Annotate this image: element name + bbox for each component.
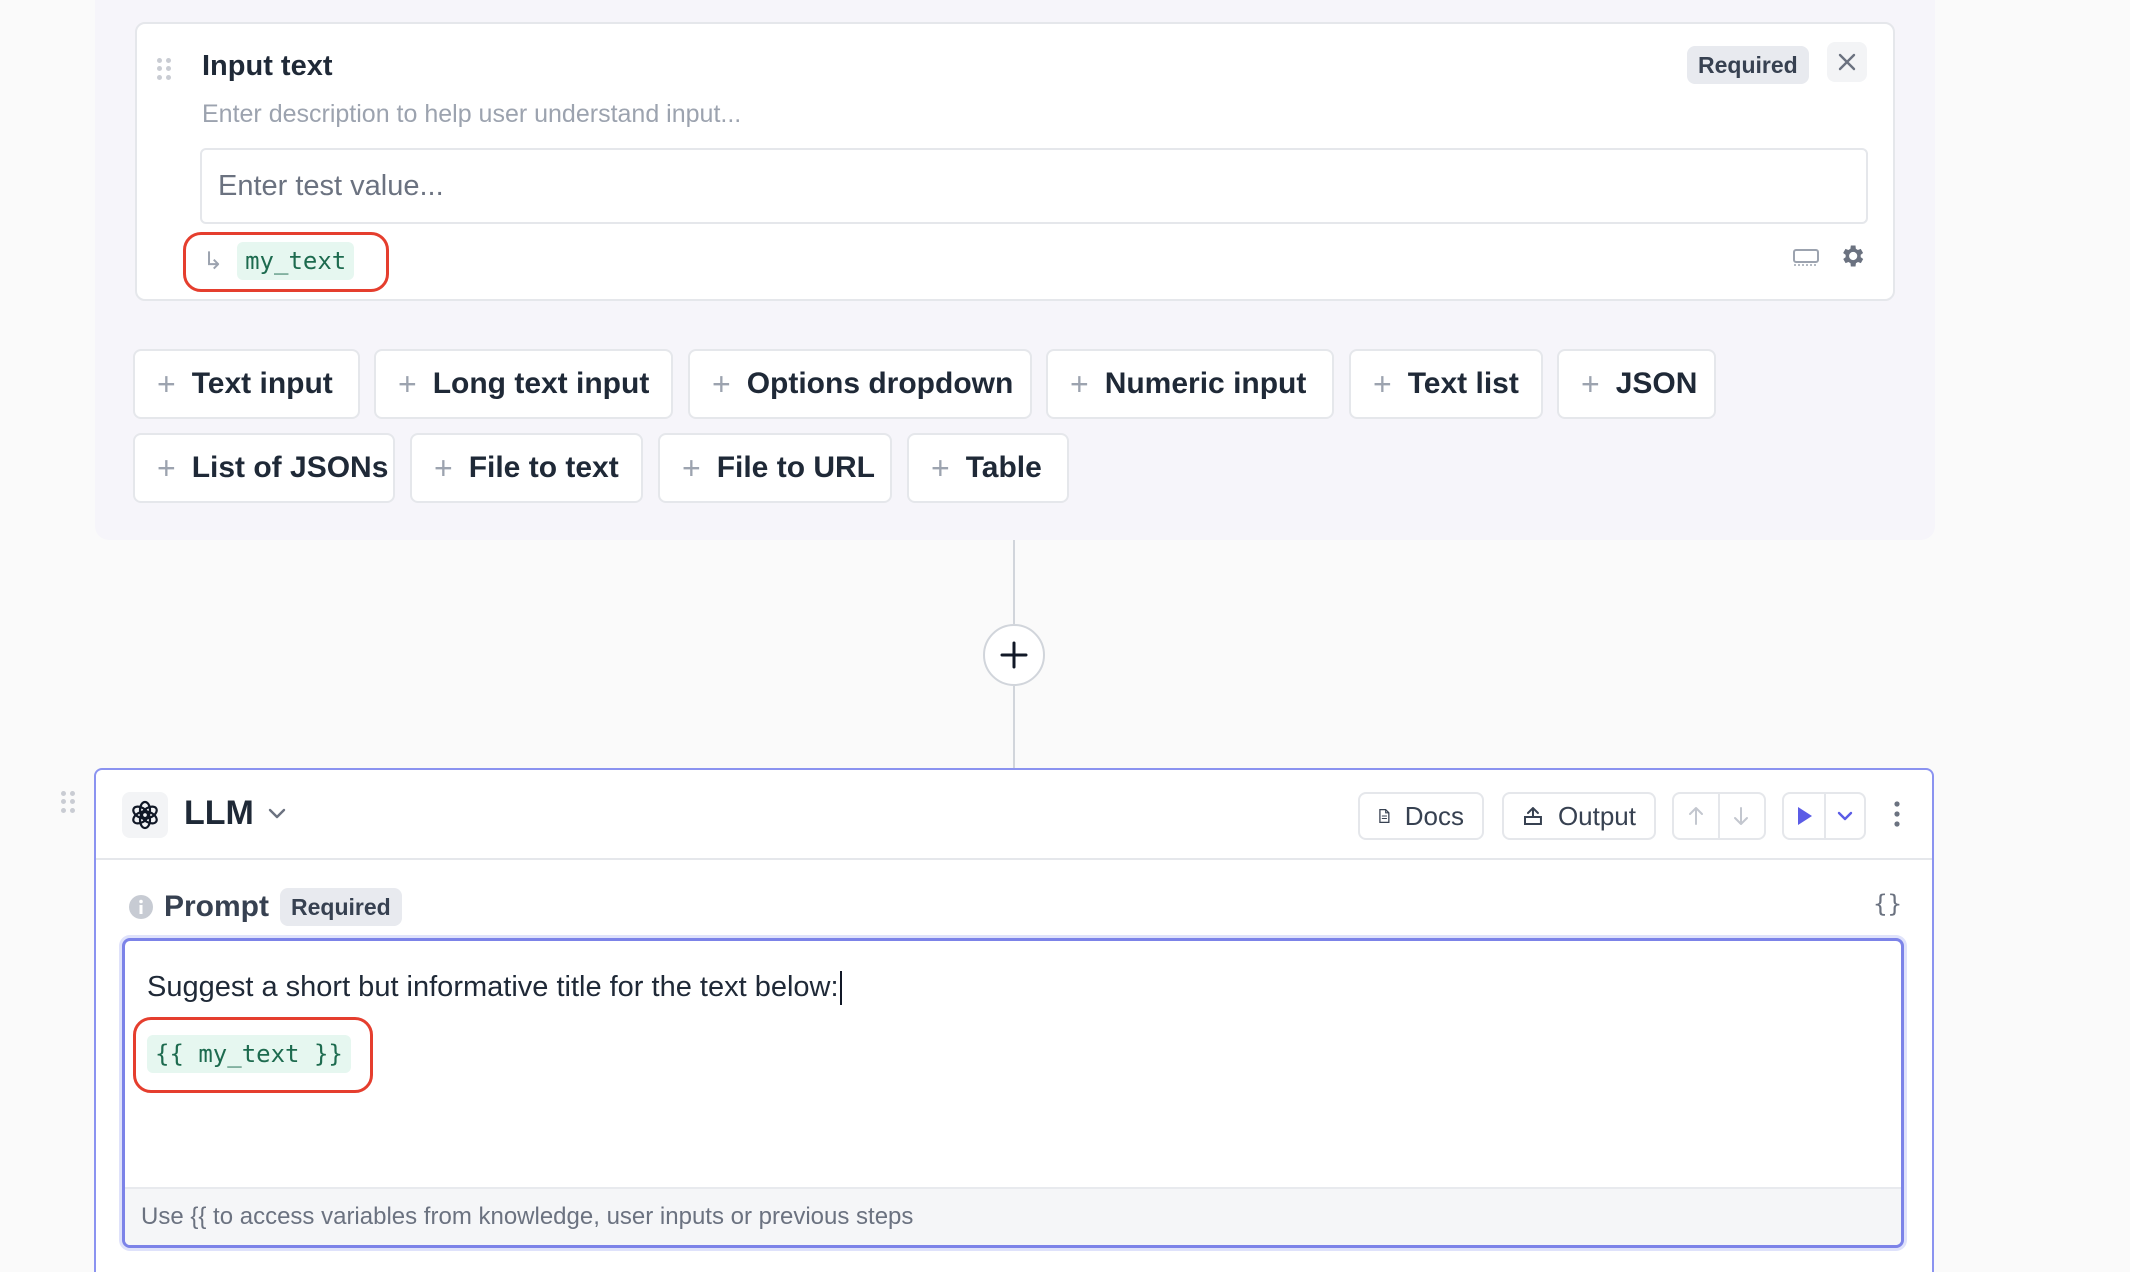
- play-icon: [1797, 807, 1812, 825]
- plus-icon: +: [931, 450, 950, 486]
- input-description[interactable]: Enter description to help user understan…: [202, 100, 741, 129]
- prompt-text[interactable]: Suggest a short but informative title fo…: [147, 971, 842, 1006]
- add-text-list-button[interactable]: + Text list: [1349, 349, 1543, 419]
- move-down-button[interactable]: [1718, 794, 1762, 838]
- arrow-down-icon: [1734, 807, 1748, 825]
- chevron-down-icon: [1837, 811, 1853, 821]
- plus-icon: +: [157, 366, 176, 402]
- text-caret: [839, 971, 842, 1006]
- gear-icon[interactable]: [1838, 242, 1866, 270]
- prompt-editor[interactable]: Suggest a short but informative title fo…: [122, 938, 1904, 1248]
- llm-title[interactable]: LLM: [184, 794, 254, 833]
- info-icon[interactable]: [128, 894, 154, 920]
- plus-icon: +: [712, 366, 731, 402]
- prompt-label: Prompt: [164, 890, 269, 923]
- add-file-to-url-button[interactable]: + File to URL: [658, 433, 892, 503]
- variable-row: ↳ my_text: [203, 242, 355, 280]
- test-value-input[interactable]: [200, 148, 1868, 224]
- move-up-button[interactable]: [1674, 794, 1718, 838]
- add-file-to-text-button[interactable]: + File to text: [410, 433, 643, 503]
- plus-icon: +: [1581, 366, 1600, 402]
- prompt-variable-chip[interactable]: {{ my_text }}: [147, 1035, 351, 1073]
- openai-icon: [122, 792, 168, 838]
- close-button[interactable]: [1827, 42, 1867, 82]
- add-long-text-input-button[interactable]: + Long text input: [374, 349, 673, 419]
- required-badge[interactable]: Required: [1687, 46, 1809, 84]
- move-step-group: [1672, 792, 1766, 840]
- required-badge: Required: [280, 888, 402, 926]
- arrow-return-icon: ↳: [203, 247, 224, 275]
- prompt-hint: Use {{ to access variables from knowledg…: [125, 1187, 1901, 1245]
- arrow-up-icon: [1689, 807, 1703, 825]
- output-icon: [1523, 807, 1542, 825]
- drag-handle-icon[interactable]: [61, 791, 75, 813]
- variable-chip[interactable]: my_text: [237, 242, 355, 280]
- run-step-group: [1782, 792, 1866, 840]
- prompt-label-row: Prompt Required {}: [128, 888, 1918, 928]
- input-title[interactable]: Input text: [202, 50, 333, 83]
- plus-icon: +: [157, 450, 176, 486]
- document-icon: [1379, 808, 1390, 824]
- add-text-input-button[interactable]: + Text input: [133, 349, 360, 419]
- docs-button[interactable]: Docs: [1358, 792, 1484, 840]
- add-table-button[interactable]: + Table: [907, 433, 1069, 503]
- plus-icon: +: [1070, 366, 1089, 402]
- add-step-button[interactable]: [983, 624, 1045, 686]
- braces-icon[interactable]: {}: [1873, 890, 1902, 918]
- plus-icon: +: [1373, 366, 1392, 402]
- plus-icon: +: [682, 450, 701, 486]
- card-tools: [1792, 242, 1866, 270]
- plus-icon: +: [398, 366, 417, 402]
- llm-step-block: LLM Docs Output Prompt Required {} Sugge…: [94, 768, 1934, 1272]
- close-icon: [1838, 53, 1856, 71]
- kebab-icon[interactable]: [1892, 800, 1902, 828]
- run-step-button[interactable]: [1784, 794, 1824, 838]
- connector-line: [1013, 540, 1015, 624]
- output-button[interactable]: Output: [1502, 792, 1656, 840]
- input-card: Input text Enter description to help use…: [135, 22, 1895, 301]
- drag-handle-icon[interactable]: [157, 58, 171, 80]
- plus-icon: +: [434, 450, 453, 486]
- add-numeric-input-button[interactable]: + Numeric input: [1046, 349, 1334, 419]
- chevron-down-icon[interactable]: [266, 802, 288, 824]
- connector-line: [1013, 686, 1015, 768]
- plus-icon: [1000, 641, 1028, 669]
- add-json-button[interactable]: + JSON: [1557, 349, 1716, 419]
- input-size-icon[interactable]: [1792, 245, 1820, 267]
- add-options-dropdown-button[interactable]: + Options dropdown: [688, 349, 1032, 419]
- add-list-of-jsons-button[interactable]: + List of JSONs: [133, 433, 395, 503]
- run-options-button[interactable]: [1823, 794, 1864, 838]
- llm-header: LLM Docs Output: [96, 770, 1932, 860]
